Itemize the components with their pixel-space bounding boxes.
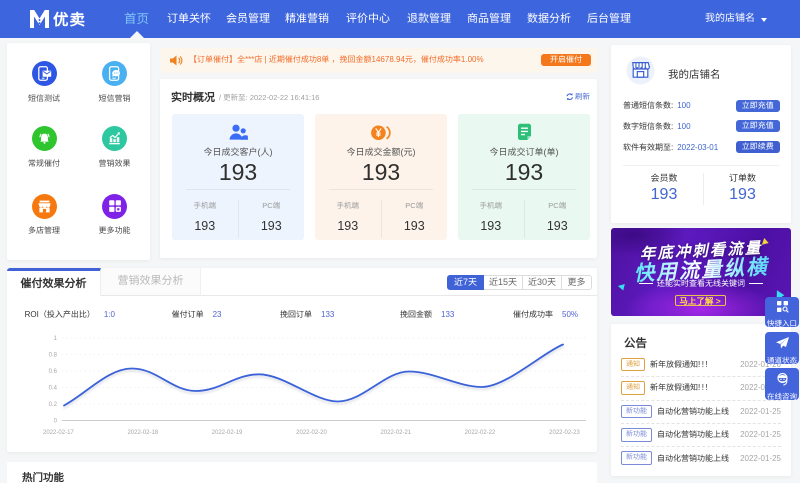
svg-text:0.4: 0.4: [49, 386, 58, 392]
svg-text:0.6: 0.6: [49, 369, 58, 375]
svg-text:2022-02-23: 2022-02-23: [549, 430, 580, 436]
svg-text:2022-02-17: 2022-02-17: [43, 430, 74, 436]
svg-text:2022-02-18: 2022-02-18: [127, 430, 158, 436]
svg-text:2022-02-22: 2022-02-22: [465, 430, 496, 436]
svg-text:2022-02-19: 2022-02-19: [212, 430, 243, 436]
svg-text:1: 1: [54, 336, 58, 342]
svg-text:2022-02-20: 2022-02-20: [296, 430, 327, 436]
svg-text:0.2: 0.2: [49, 402, 58, 408]
svg-text:2022-02-21: 2022-02-21: [380, 430, 411, 436]
svg-text:0: 0: [54, 419, 58, 425]
svg-text:0.8: 0.8: [49, 353, 58, 359]
